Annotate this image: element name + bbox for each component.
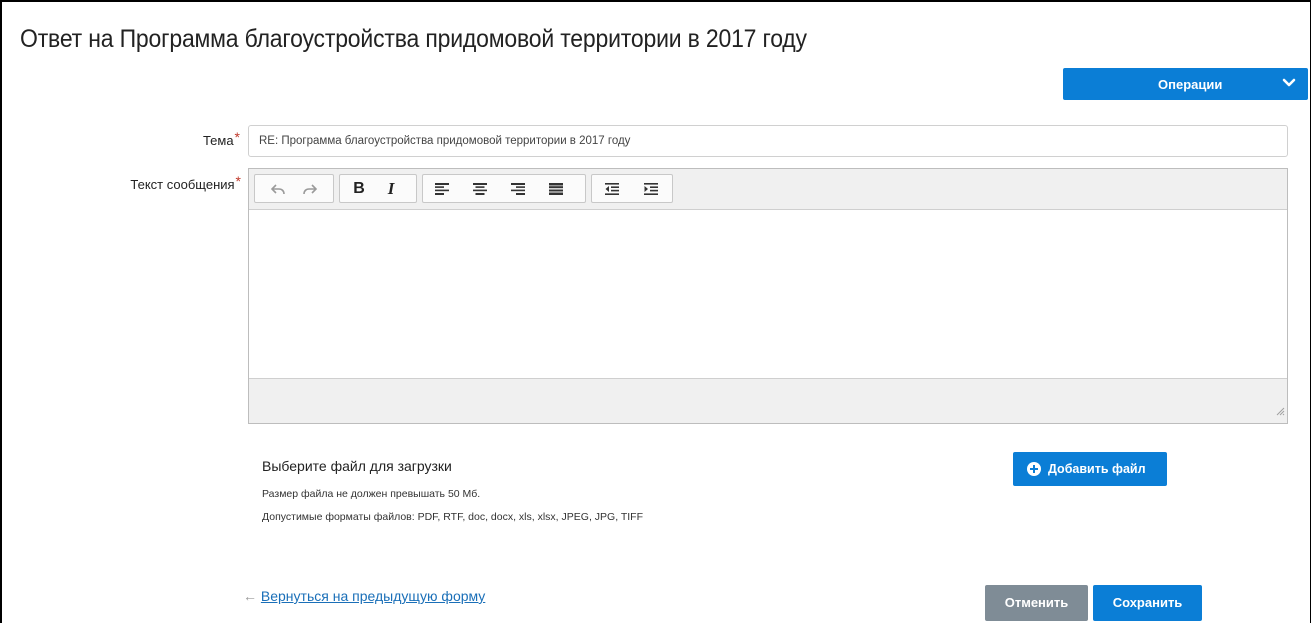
add-file-button[interactable]: Добавить файл <box>1013 452 1167 486</box>
redo-icon[interactable] <box>299 175 321 202</box>
message-label-wrap: Текст сообщения* <box>60 173 241 193</box>
editor-statusbar <box>249 378 1287 423</box>
required-mark: * <box>235 173 241 189</box>
required-mark: * <box>234 129 240 145</box>
upload-formats-note: Допустимые форматы файлов: PDF, RTF, doc… <box>262 511 643 523</box>
cancel-button[interactable]: Отменить <box>985 585 1088 621</box>
toolbar-group-align <box>422 174 586 203</box>
back-link[interactable]: Вернуться на предыдущую форму <box>261 588 485 604</box>
align-center-icon[interactable] <box>469 175 491 202</box>
save-button[interactable]: Сохранить <box>1093 585 1202 621</box>
page-title: Ответ на Программа благоустройства придо… <box>20 25 807 53</box>
toolbar-group-indent <box>591 174 673 203</box>
outdent-icon[interactable] <box>601 175 623 202</box>
subject-input[interactable] <box>248 125 1288 157</box>
italic-icon[interactable]: I <box>380 175 402 202</box>
toolbar-group-format: B I <box>339 174 417 203</box>
operations-label: Операции <box>1158 77 1223 92</box>
message-label: Текст сообщения <box>130 177 235 192</box>
back-link-wrap: ← Вернуться на предыдущую форму <box>243 588 485 604</box>
undo-icon[interactable] <box>267 175 289 202</box>
align-justify-icon[interactable] <box>545 175 567 202</box>
subject-label: Тема <box>202 133 234 148</box>
align-right-icon[interactable] <box>507 175 529 202</box>
message-editor: B I <box>248 168 1288 424</box>
chevron-down-icon <box>1282 76 1296 93</box>
resize-handle-icon[interactable] <box>1276 403 1285 421</box>
plus-circle-icon <box>1027 462 1041 479</box>
indent-icon[interactable] <box>640 175 662 202</box>
align-left-icon[interactable] <box>431 175 453 202</box>
toolbar-group-history <box>254 174 334 203</box>
add-file-label: Добавить файл <box>1048 462 1146 476</box>
subject-label-wrap: Тема* <box>150 129 240 149</box>
bold-icon[interactable]: B <box>348 175 370 202</box>
upload-size-note: Размер файла не должен превышать 50 Мб. <box>262 488 481 500</box>
back-arrow-icon: ← <box>243 588 257 604</box>
upload-title: Выберите файл для загрузки <box>262 458 452 474</box>
operations-button[interactable]: Операции <box>1063 68 1308 100</box>
editor-toolbar: B I <box>249 169 1287 210</box>
editor-content-area[interactable] <box>249 210 1287 378</box>
